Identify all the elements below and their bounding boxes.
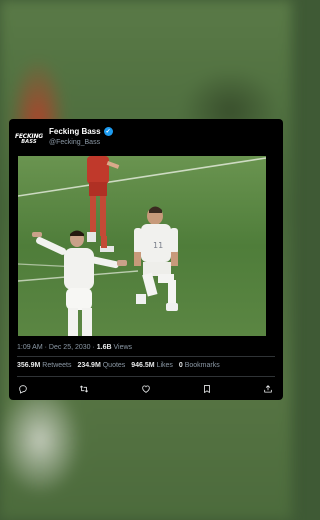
avatar[interactable]: FECKING BASS: [15, 127, 43, 151]
account-name-row: Fecking Bass ✓: [49, 127, 113, 136]
football-scene: 11: [18, 156, 266, 336]
account-name[interactable]: Fecking Bass: [49, 127, 101, 136]
likes-label: Likes: [154, 362, 173, 369]
likes-stat[interactable]: 946.5M Likes: [131, 362, 173, 369]
action-bar: [17, 383, 275, 395]
verified-badge-icon: ✓: [103, 127, 113, 136]
views-count: 1.6B: [96, 344, 112, 351]
account-handle[interactable]: @Fecking_Bass: [49, 139, 100, 146]
bookmarks-stat[interactable]: 0 Bookmarks: [179, 362, 220, 369]
retweets-stat[interactable]: 356.9M Retweets: [17, 362, 71, 369]
share-icon[interactable]: [263, 384, 273, 394]
tweet-stats: 356.9M Retweets 234.9M Quotes 946.5M Lik…: [17, 362, 224, 369]
retweets-count: 356.9M: [17, 362, 41, 369]
like-icon[interactable]: [141, 384, 151, 394]
tweet-meta: 1:09 AM · Dec 25, 2030 · 1.6B Views: [17, 344, 132, 351]
divider: [17, 376, 275, 377]
retweets-label: Retweets: [40, 362, 72, 369]
tweet-header: FECKING BASS Fecking Bass ✓ @Fecking_Bas…: [15, 127, 275, 151]
views-label: Views: [111, 344, 133, 351]
jersey-number: 11: [153, 241, 163, 250]
reply-icon[interactable]: [18, 384, 28, 394]
tweet-card: FECKING BASS Fecking Bass ✓ @Fecking_Bas…: [9, 119, 283, 400]
divider: [17, 356, 275, 357]
bookmarks-label: Bookmarks: [182, 362, 220, 369]
video-media[interactable]: 11: [18, 156, 266, 336]
likes-count: 946.5M: [131, 362, 155, 369]
avatar-logo-line2: BASS: [21, 138, 37, 145]
quotes-label: Quotes: [100, 362, 126, 369]
quotes-count: 234.9M: [77, 362, 101, 369]
quotes-stat[interactable]: 234.9M Quotes: [77, 362, 125, 369]
tweet-timestamp[interactable]: 1:09 AM · Dec 25, 2030 ·: [17, 344, 97, 351]
retweet-icon[interactable]: [79, 384, 89, 394]
bookmark-icon[interactable]: [202, 384, 212, 394]
